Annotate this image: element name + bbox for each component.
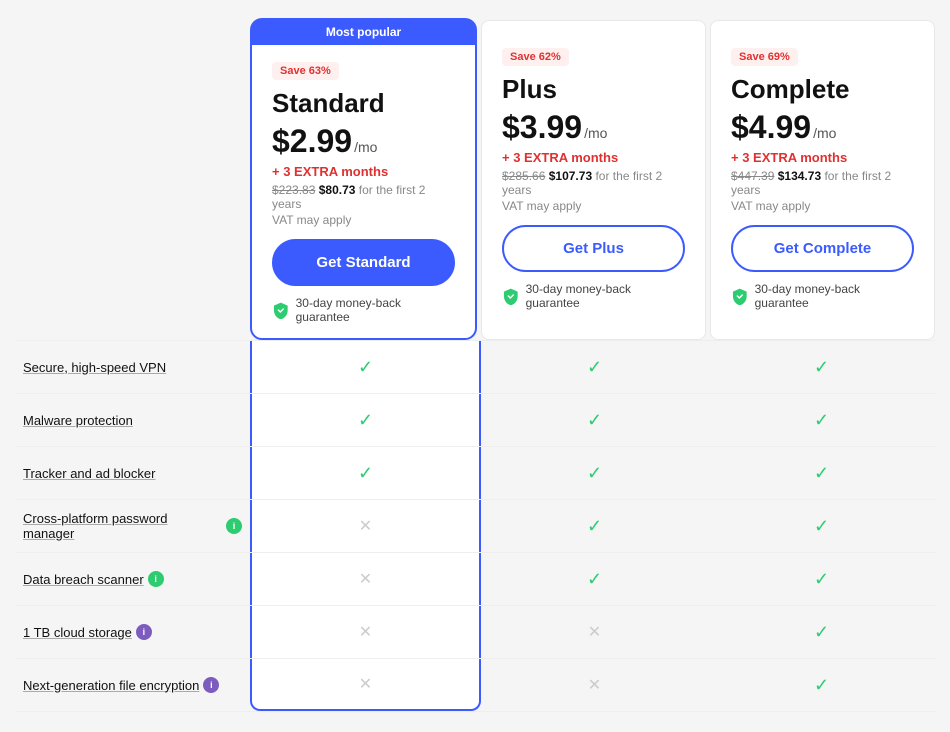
feature-label-2: Tracker and ad blocker (15, 447, 250, 499)
check-2-plus: ✓ (481, 447, 708, 499)
vat-standard: VAT may apply (272, 213, 455, 227)
feature-row-3: Cross-platform password manager i ✕ ✓ ✓ (15, 499, 935, 552)
cta-standard[interactable]: Get Standard (272, 239, 455, 286)
feature-label-3: Cross-platform password manager i (15, 500, 250, 552)
feature-link-1[interactable]: Malware protection (23, 413, 133, 428)
save-badge-standard: Save 63% (272, 62, 339, 80)
feature-col-empty (15, 20, 250, 340)
feature-row-1: Malware protection ✓ ✓ ✓ (15, 393, 935, 446)
plan-columns: Most popular Save 63% Standard $2.99 /mo… (250, 20, 935, 340)
plan-header-complete: Save 69% Complete $4.99 /mo + 3 EXTRA mo… (711, 31, 934, 324)
money-back-plus: 30-day money-back guarantee (502, 282, 685, 324)
feature-row-5: 1 TB cloud storage i ✕ ✕ ✓ (15, 605, 935, 658)
feature-link-3[interactable]: Cross-platform password manager (23, 511, 222, 541)
shield-icon-standard (272, 301, 290, 319)
save-badge-plus: Save 62% (502, 48, 569, 66)
plan-complete: Save 69% Complete $4.99 /mo + 3 EXTRA mo… (710, 20, 935, 340)
feature-link-2[interactable]: Tracker and ad blocker (23, 466, 155, 481)
feature-link-4[interactable]: Data breach scanner (23, 572, 144, 587)
check-0-complete: ✓ (708, 341, 935, 393)
check-5-plus: ✕ (481, 606, 708, 658)
feature-row-6: Next-generation file encryption i ✕ ✕ ✓ (15, 658, 935, 712)
check-0-standard: ✓ (250, 341, 481, 393)
price-plus: $3.99 (502, 109, 582, 146)
check-3-complete: ✓ (708, 500, 935, 552)
check-1-standard: ✓ (250, 394, 481, 446)
vat-complete: VAT may apply (731, 199, 914, 213)
extra-plus: + 3 EXTRA months (502, 150, 685, 165)
original-price-standard: $223.83 $80.73 for the first 2 years (272, 183, 455, 211)
feature-label-0: Secure, high-speed VPN (15, 341, 250, 393)
plan-plus: Save 62% Plus $3.99 /mo + 3 EXTRA months… (481, 20, 706, 340)
check-6-complete: ✓ (708, 659, 935, 711)
feature-label-4: Data breach scanner i (15, 553, 250, 605)
plan-standard: Most popular Save 63% Standard $2.99 /mo… (250, 18, 477, 340)
info-icon-green-3: i (226, 518, 242, 534)
plan-name-standard: Standard (272, 88, 455, 119)
extra-standard: + 3 EXTRA months (272, 164, 455, 179)
feature-label-1: Malware protection (15, 394, 250, 446)
check-1-complete: ✓ (708, 394, 935, 446)
check-4-complete: ✓ (708, 553, 935, 605)
original-price-plus: $285.66 $107.73 for the first 2 years (502, 169, 685, 197)
feature-label-5: 1 TB cloud storage i (15, 606, 250, 658)
feature-link-0[interactable]: Secure, high-speed VPN (23, 360, 166, 375)
plan-name-complete: Complete (731, 74, 914, 105)
extra-complete: + 3 EXTRA months (731, 150, 914, 165)
pricing-top: Most popular Save 63% Standard $2.99 /mo… (15, 20, 935, 340)
check-2-complete: ✓ (708, 447, 935, 499)
feature-row-0: Secure, high-speed VPN ✓ ✓ ✓ (15, 340, 935, 393)
vat-plus: VAT may apply (502, 199, 685, 213)
check-3-standard: ✕ (250, 500, 481, 552)
check-6-standard: ✕ (250, 659, 481, 711)
price-complete: $4.99 (731, 109, 811, 146)
check-5-complete: ✓ (708, 606, 935, 658)
feature-label-6: Next-generation file encryption i (15, 659, 250, 711)
period-plus: /mo (584, 125, 607, 141)
money-back-standard: 30-day money-back guarantee (272, 296, 455, 338)
period-complete: /mo (813, 125, 836, 141)
plan-header-plus: Save 62% Plus $3.99 /mo + 3 EXTRA months… (482, 31, 705, 324)
shield-icon-plus (502, 287, 520, 305)
plan-header-standard: Save 63% Standard $2.99 /mo + 3 EXTRA mo… (252, 45, 475, 338)
money-back-complete: 30-day money-back guarantee (731, 282, 914, 324)
check-4-standard: ✕ (250, 553, 481, 605)
save-badge-complete: Save 69% (731, 48, 798, 66)
period-standard: /mo (354, 139, 377, 155)
feature-row-2: Tracker and ad blocker ✓ ✓ ✓ (15, 446, 935, 499)
check-5-standard: ✕ (250, 606, 481, 658)
price-standard: $2.99 (272, 123, 352, 160)
check-1-plus: ✓ (481, 394, 708, 446)
feature-link-5[interactable]: 1 TB cloud storage (23, 625, 132, 640)
info-icon-purple-6: i (203, 677, 219, 693)
check-3-plus: ✓ (481, 500, 708, 552)
check-4-plus: ✓ (481, 553, 708, 605)
info-icon-purple-5: i (136, 624, 152, 640)
feature-row-4: Data breach scanner i ✕ ✓ ✓ (15, 552, 935, 605)
shield-icon-complete (731, 287, 749, 305)
info-icon-green-4: i (148, 571, 164, 587)
check-2-standard: ✓ (250, 447, 481, 499)
feature-link-6[interactable]: Next-generation file encryption (23, 678, 199, 693)
cta-plus[interactable]: Get Plus (502, 225, 685, 272)
cta-complete[interactable]: Get Complete (731, 225, 914, 272)
popular-badge: Most popular (251, 19, 476, 45)
check-6-plus: ✕ (481, 659, 708, 711)
original-price-complete: $447.39 $134.73 for the first 2 years (731, 169, 914, 197)
check-0-plus: ✓ (481, 341, 708, 393)
feature-rows: Secure, high-speed VPN ✓ ✓ ✓ Malware pro… (15, 340, 935, 712)
plan-name-plus: Plus (502, 74, 685, 105)
